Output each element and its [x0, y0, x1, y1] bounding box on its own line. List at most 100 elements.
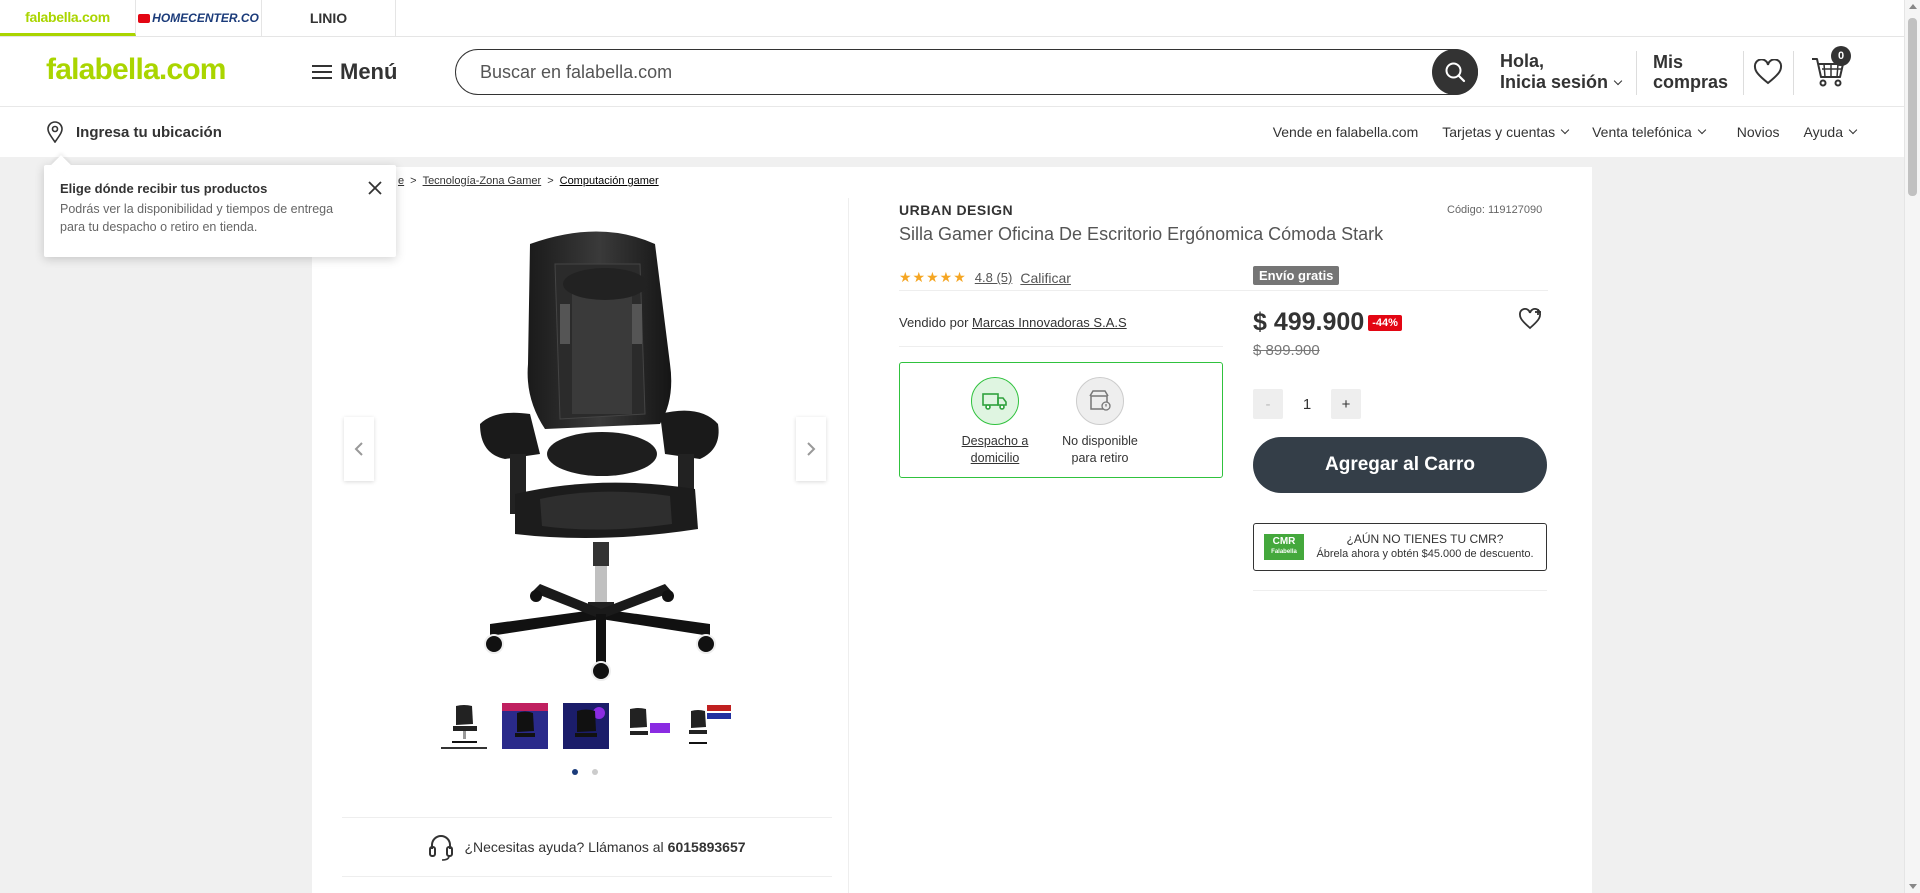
old-price: $ 899.900: [1253, 342, 1320, 359]
heart-icon: [1753, 58, 1783, 85]
store-pickup-option: No disponible para retiro: [1045, 377, 1155, 467]
brand-tab-label: falabella.com: [25, 8, 110, 25]
product-title: Silla Gamer Oficina De Escritorio Ergóno…: [899, 224, 1384, 244]
nav-novios[interactable]: Novios: [1737, 124, 1780, 140]
thumbnail[interactable]: [441, 703, 487, 749]
thumbnail[interactable]: [502, 703, 548, 749]
seller-link[interactable]: Marcas Innovadoras S.A.S: [972, 315, 1127, 330]
brand-tab-falabella[interactable]: falabella.com: [0, 0, 136, 36]
store-unavailable-icon: [1076, 377, 1124, 425]
scroll-down-arrow[interactable]: [1909, 884, 1917, 889]
cmr-line1: ¿AÚN NO TIENES TU CMR?: [1346, 532, 1504, 546]
add-to-wishlist-button[interactable]: [1518, 308, 1544, 335]
search-button[interactable]: [1432, 49, 1478, 95]
divider: [1743, 51, 1744, 95]
cmr-logo: CMR Falabella: [1264, 534, 1304, 560]
free-shipping-badge: Envío gratis: [1253, 266, 1340, 285]
pagination-dot[interactable]: [592, 769, 598, 775]
home-delivery-line1: Despacho a: [961, 434, 1029, 448]
greeting: Hola,: [1500, 51, 1545, 71]
menu-button[interactable]: Menú: [312, 59, 397, 85]
close-tooltip-button[interactable]: [368, 179, 382, 200]
product-code: Código: 119127090: [1447, 204, 1543, 216]
search-icon: [1445, 62, 1466, 83]
orders-line1: Mis: [1653, 52, 1684, 72]
close-icon: [368, 181, 382, 195]
my-orders-link[interactable]: Mis compras: [1653, 52, 1728, 92]
increase-quantity-button[interactable]: +: [1331, 389, 1361, 419]
rating-stars: ★★★★★: [899, 269, 967, 285]
price-block: $ 499.900 -44%: [1253, 308, 1402, 337]
brand-tab-label: LINIO: [309, 10, 348, 26]
secondary-nav: Vende en falabella.com Tarjetas y cuenta…: [1273, 124, 1858, 140]
breadcrumb-separator: >: [410, 175, 417, 187]
home-delivery-option[interactable]: Despacho a domicilio: [940, 377, 1050, 467]
truck-icon: [971, 377, 1019, 425]
sub-header: Ingresa tu ubicación Vende en falabella.…: [0, 107, 1904, 157]
tooltip-body: Podrás ver la disponibilidad y tiempos d…: [60, 202, 334, 234]
breadcrumb-item[interactable]: e: [398, 175, 404, 187]
quantity-value[interactable]: 1: [1283, 396, 1331, 413]
login-menu[interactable]: Hola, Inicia sesión: [1500, 51, 1623, 93]
wishlist-button[interactable]: [1753, 58, 1783, 90]
chevron-right-icon: [807, 442, 816, 456]
hamburger-icon: [312, 64, 332, 80]
scroll-up-arrow[interactable]: [1909, 4, 1917, 9]
thumbnail[interactable]: [624, 703, 670, 749]
seller-info: Vendido por Marcas Innovadoras S.A.S: [899, 315, 1127, 330]
chevron-down-icon: [1560, 125, 1570, 135]
delivery-options: Despacho a domicilio No disponible para …: [899, 362, 1223, 478]
quantity-stepper: - 1 +: [1253, 389, 1361, 419]
main-header: falabella.com Menú Hola, Inicia sesión M…: [0, 37, 1904, 107]
chevron-down-icon: [1613, 76, 1623, 85]
pickup-line2: para retiro: [1071, 451, 1129, 465]
brand-tab-homecenter[interactable]: HOMECENTER.CO: [136, 0, 262, 36]
help-phone[interactable]: 6015893657: [668, 839, 746, 855]
rate-link[interactable]: Calificar: [1020, 270, 1071, 286]
brand-bar: falabella.com HOMECENTER.CO LINIO: [0, 0, 1904, 37]
product-brand[interactable]: URBAN DESIGN: [899, 202, 1013, 218]
page-scrollbar[interactable]: [1904, 0, 1920, 893]
rating-value[interactable]: 4.8 (5): [975, 270, 1013, 285]
pickup-line1: No disponible: [1062, 434, 1138, 448]
brand-tab-linio[interactable]: LINIO: [262, 0, 396, 36]
nav-help[interactable]: Ayuda: [1804, 124, 1858, 140]
nav-phone-sales[interactable]: Venta telefónica: [1592, 124, 1706, 140]
gallery-pagination: [572, 769, 598, 775]
cmr-promo-banner[interactable]: CMR Falabella ¿AÚN NO TIENES TU CMR? Ábr…: [1253, 523, 1547, 571]
divider: [1636, 51, 1637, 95]
thumbnail[interactable]: [563, 703, 609, 749]
homecenter-icon: [138, 14, 151, 24]
nav-cards[interactable]: Tarjetas y cuentas: [1442, 124, 1570, 140]
chevron-down-icon: [1697, 125, 1706, 135]
chevron-down-icon: [1848, 125, 1858, 135]
gallery-prev-button[interactable]: [344, 417, 374, 481]
decrease-quantity-button[interactable]: -: [1253, 389, 1283, 419]
product-rating: ★★★★★ 4.8 (5) Calificar: [899, 269, 1071, 286]
scrollbar-thumb[interactable]: [1908, 18, 1917, 196]
nav-sell[interactable]: Vende en falabella.com: [1273, 124, 1419, 140]
add-to-cart-button[interactable]: Agregar al Carro: [1253, 437, 1547, 493]
divider: [848, 198, 849, 893]
falabella-logo[interactable]: falabella.com: [46, 53, 226, 87]
tooltip-title: Elige dónde recibir tus productos: [60, 181, 268, 196]
seller-prefix: Vendido por: [899, 315, 969, 330]
divider: [1793, 51, 1794, 95]
menu-label: Menú: [340, 59, 398, 84]
breadcrumb-item[interactable]: Tecnología-Zona Gamer: [423, 175, 542, 187]
location-selector[interactable]: Ingresa tu ubicación: [46, 121, 222, 143]
search-bar: [455, 49, 1478, 95]
divider: [1253, 590, 1547, 591]
breadcrumb: e > Tecnología-Zona Gamer > Computación …: [398, 175, 659, 187]
gallery-next-button[interactable]: [796, 417, 826, 481]
login-label: Inicia sesión: [1500, 72, 1609, 92]
breadcrumb-separator: >: [547, 175, 554, 187]
breadcrumb-item-current[interactable]: Computación gamer: [560, 175, 659, 187]
home-delivery-line2: domicilio: [970, 451, 1020, 465]
pagination-dot[interactable]: [572, 769, 578, 775]
product-image[interactable]: [460, 224, 740, 684]
search-input[interactable]: [480, 50, 1380, 94]
cart-count-badge: 0: [1831, 46, 1851, 66]
thumbnail[interactable]: [685, 703, 731, 749]
thumbnail-strip: [441, 703, 731, 749]
